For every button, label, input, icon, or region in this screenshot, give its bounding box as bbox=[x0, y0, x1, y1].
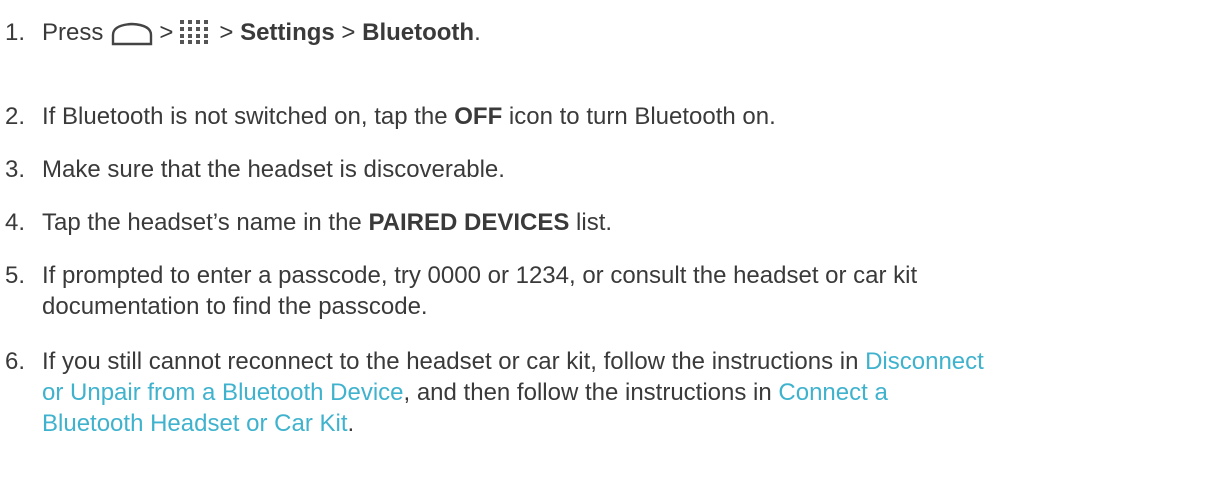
step-number: 5. bbox=[5, 262, 26, 289]
step-text-middle: , and then follow the instructions in bbox=[403, 379, 779, 406]
period: . bbox=[474, 19, 481, 46]
link-text[interactable]: Connect a bbox=[778, 379, 887, 406]
off-label: OFF bbox=[454, 103, 503, 130]
link-text[interactable]: Disconnect bbox=[865, 348, 984, 375]
step-text: If Bluetooth is not switched on, tap the… bbox=[42, 101, 1214, 132]
settings-label: Settings bbox=[240, 19, 335, 46]
step-number: 4. bbox=[5, 209, 26, 236]
step-text: If prompted to enter a passcode, try 000… bbox=[42, 260, 1214, 322]
step-text-after: list. bbox=[569, 209, 613, 236]
step-text: Tap the headset’s name in the PAIRED DEV… bbox=[42, 207, 1214, 238]
step-number: 2. bbox=[5, 103, 26, 130]
step-text-before: If Bluetooth is not switched on, tap the bbox=[42, 103, 455, 130]
step-text-after: icon to turn Bluetooth on. bbox=[502, 103, 776, 130]
step-text-line-2: documentation to find the passcode. bbox=[42, 293, 428, 320]
step-text-before: If you still cannot reconnect to the hea… bbox=[42, 348, 866, 375]
link-text[interactable]: Bluetooth Headset or Car Kit bbox=[42, 410, 348, 437]
apps-icon bbox=[179, 19, 213, 53]
step-number: 1. bbox=[5, 19, 26, 46]
separator: > bbox=[219, 19, 234, 46]
link-text[interactable]: or Unpair from a Bluetooth Device bbox=[42, 379, 404, 406]
bluetooth-label: Bluetooth bbox=[362, 19, 475, 46]
step-number: 3. bbox=[5, 156, 26, 183]
press-text: Press bbox=[42, 19, 104, 46]
step-number: 6. bbox=[5, 348, 26, 375]
step-text: If you still cannot reconnect to the hea… bbox=[42, 346, 1214, 439]
period: . bbox=[347, 410, 355, 437]
step-text-before: Tap the headset’s name in the bbox=[42, 209, 369, 236]
separator: > bbox=[159, 19, 174, 46]
separator: > bbox=[341, 19, 356, 46]
paired-devices-label: PAIRED DEVICES bbox=[368, 209, 570, 236]
step-text-line-1: If prompted to enter a passcode, try 000… bbox=[42, 262, 918, 289]
step-text: Press > > Settings > Bluetooth. bbox=[42, 17, 1214, 54]
step-text: Make sure that the headset is discoverab… bbox=[42, 156, 505, 183]
home-icon bbox=[111, 22, 153, 54]
